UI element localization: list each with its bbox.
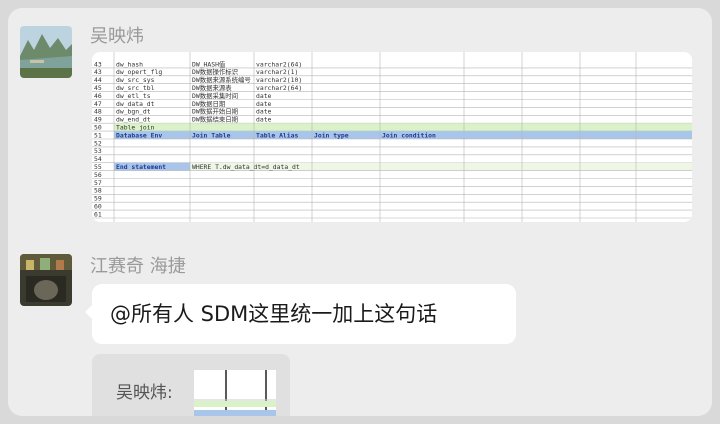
sheet-cell-text: DW数据日期: [192, 99, 225, 108]
landscape-avatar-icon[interactable]: [20, 26, 72, 78]
sheet-row-number: 60: [94, 203, 102, 211]
sheet-cell-text: dw_opert_flg: [116, 68, 162, 76]
room-avatar-icon[interactable]: [20, 254, 72, 306]
bubble-tail: [85, 304, 93, 320]
sender-name: 吴映炜: [90, 26, 144, 47]
sheet-cell-text: Join Table: [192, 131, 231, 139]
sheet-row-number: 57: [94, 179, 102, 187]
sheet-cell-text: Database Env: [116, 131, 162, 139]
sheet-row-number: 43: [94, 60, 102, 68]
sheet-cell-text: DW数据开始日期: [192, 107, 238, 116]
quoted-image-thumbnail[interactable]: [194, 370, 276, 416]
sheet-row-number: 58: [94, 187, 102, 195]
sheet-cell-text: date: [256, 116, 272, 124]
sheet-cell-text: varchar2(64): [256, 84, 302, 92]
spreadsheet-image[interactable]: 43 dw_hash DW_HASH值 varchar2(64) 43 dw_opert_…: [92, 52, 692, 222]
sheet-cell-text: dw_bgn_dt: [116, 108, 151, 116]
sheet-cell-text: dw_src_tbl: [116, 84, 155, 92]
sheet-row-fill: [114, 123, 692, 132]
sheet-cell-text: DW数据结束日期: [192, 115, 238, 124]
sheet-row-number: 44: [94, 76, 102, 84]
sheet-row-number: 55: [94, 163, 102, 171]
sheet-row-number: 50: [94, 124, 102, 132]
sheet-cell-text: dw_end_dt: [116, 116, 151, 124]
sheet-cell-text: DW_HASH值: [192, 59, 226, 68]
sheet-cell-text: varchar2(10): [256, 76, 302, 84]
sheet-row-number: 45: [94, 84, 102, 92]
sheet-cell-text: date: [256, 100, 272, 108]
sheet-cell-text: dw_data_dt: [116, 100, 155, 108]
spreadsheet-grid: 43 dw_hash DW_HASH值 varchar2(64) 43 dw_opert_…: [92, 52, 692, 222]
sheet-row-number: 53: [94, 147, 102, 155]
sheet-row-number: 46: [94, 92, 102, 100]
sender-name: 江赛奇 海捷: [90, 256, 186, 277]
sheet-cell-text: WHERE T.dw_data_dt=d_data_dt: [192, 163, 300, 171]
sheet-row-number: 49: [94, 116, 102, 124]
sheet-cell-text: DW数据采集时间: [192, 91, 238, 100]
sheet-cell-text: date: [256, 92, 272, 100]
sheet-cell-text: End statement: [116, 163, 166, 171]
sheet-cell-text: DW数据来源系统编号: [192, 75, 251, 84]
sheet-row-number: 54: [94, 155, 102, 163]
chat-window: 吴映炜 43 dw_hash DW_HASH值 varchar2(64) 43 dw_op…: [8, 8, 712, 416]
sheet-row-number: 61: [94, 210, 102, 218]
message-text: @所有人 SDM这里统一加上这句话: [110, 302, 438, 326]
sheet-cell-text: Join condition: [382, 131, 436, 139]
sheet-cell-text: varchar2(64): [256, 60, 302, 68]
sheet-row-number: 47: [94, 100, 102, 108]
sheet-row-number: 56: [94, 171, 102, 179]
sheet-cell-text: dw_hash: [116, 60, 143, 68]
quoted-message[interactable]: 吴映炜:: [92, 354, 290, 416]
sheet-row-number: 48: [94, 108, 102, 116]
sheet-cell-text: varchar2(1): [256, 68, 298, 76]
sheet-cell-text: Join type: [314, 131, 349, 139]
sheet-cell-text: dw_src_sys: [116, 76, 155, 84]
sheet-row-number: 59: [94, 195, 102, 203]
sheet-row-number: 51: [94, 131, 102, 139]
sheet-cell-text: Table join: [116, 124, 155, 132]
sheet-cell-text: dw_etl_ts: [116, 92, 151, 100]
sheet-cell-text: Table Alias: [256, 131, 298, 139]
sheet-row-number: 52: [94, 139, 102, 147]
quoted-sender: 吴映炜:: [116, 383, 173, 403]
message-bubble[interactable]: @所有人 SDM这里统一加上这句话: [85, 284, 516, 344]
sheet-cell-text: DW数据操作标识: [192, 67, 239, 76]
sheet-row-number: 43: [94, 68, 102, 76]
sheet-cell-text: DW数据来源表: [192, 83, 232, 92]
sheet-cell-text: date: [256, 108, 272, 116]
